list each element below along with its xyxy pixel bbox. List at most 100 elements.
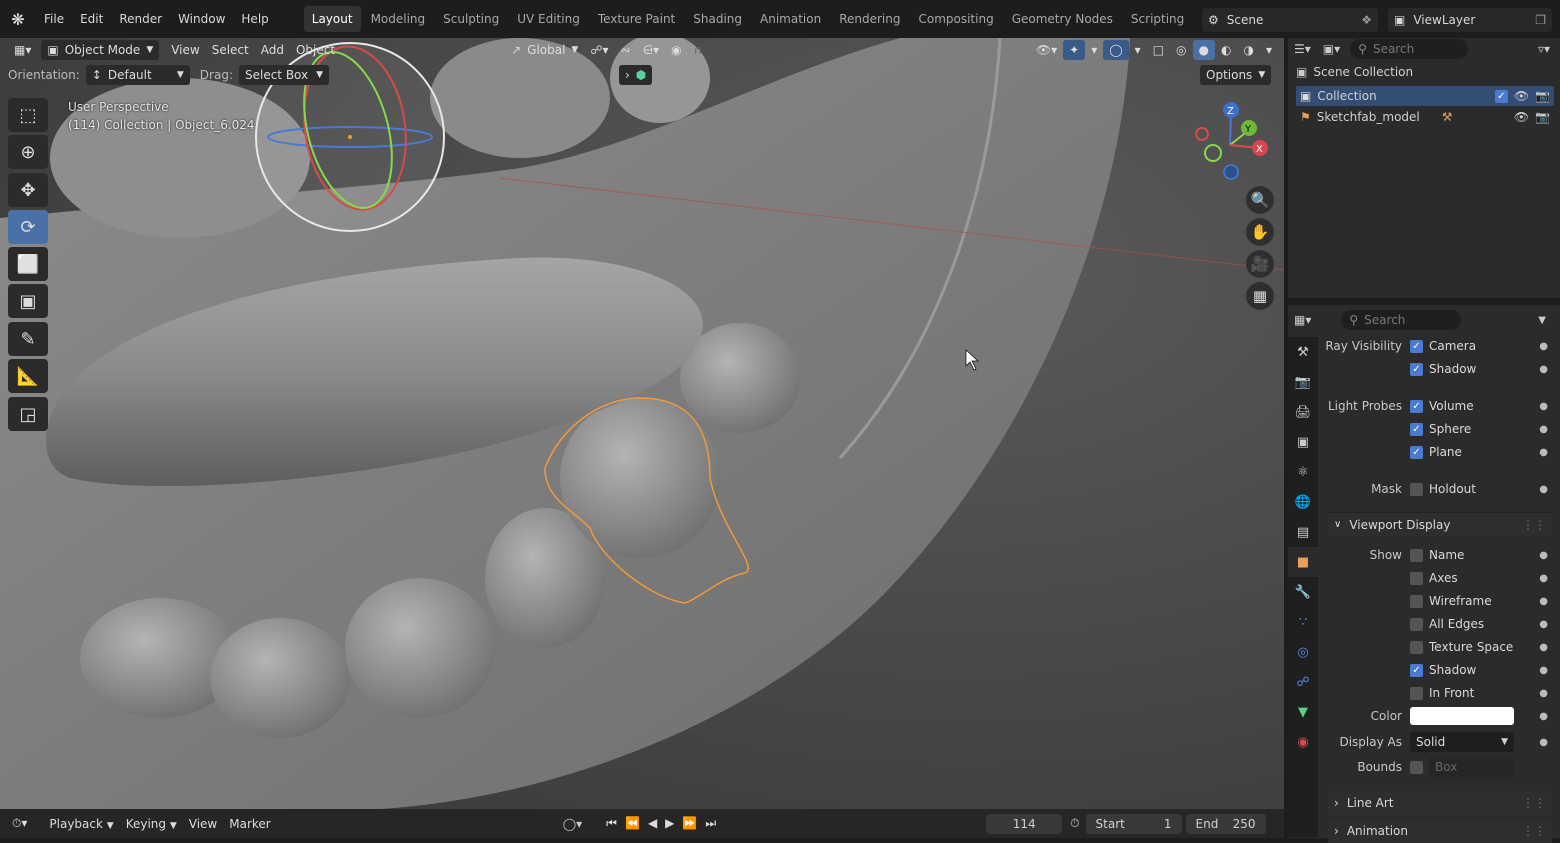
display-as-dropdown[interactable]: Solid ▼ xyxy=(1410,732,1514,752)
select-box-tool-icon[interactable]: ⬚ xyxy=(8,98,48,132)
keyframe-dot-icon[interactable]: ● xyxy=(1539,688,1548,699)
eye-icon[interactable]: 👁 xyxy=(1514,110,1529,124)
keyframe-dot-icon[interactable]: ● xyxy=(1539,447,1548,458)
play-reverse-icon[interactable]: ◀ xyxy=(648,816,657,831)
eye-icon[interactable]: 👁 xyxy=(1514,89,1529,103)
collection-tab-icon[interactable]: ▤ xyxy=(1288,517,1318,547)
keyframe-dot-icon[interactable]: ● xyxy=(1539,573,1548,584)
tab-shading[interactable]: Shading xyxy=(685,6,750,32)
record-icon[interactable]: ◯▾ xyxy=(563,817,582,831)
material-shading-icon[interactable]: ◐ xyxy=(1215,40,1237,60)
scene-collection-row[interactable]: ▣ Scene Collection xyxy=(1296,65,1413,79)
tab-layout[interactable]: Layout xyxy=(303,6,361,32)
material-tab-icon[interactable]: ◉ xyxy=(1288,727,1318,757)
chevron-down-icon[interactable]: ▼ xyxy=(1538,315,1546,326)
measure-tool-icon[interactable]: 📐 xyxy=(8,359,48,393)
start-frame-field[interactable]: Start 1 xyxy=(1085,813,1182,834)
constraints-tab-icon[interactable]: ☍ xyxy=(1288,667,1318,697)
keyframe-dot-icon[interactable]: ● xyxy=(1539,484,1548,495)
viewport-display-section[interactable]: ∨ Viewport Display ⋮⋮ xyxy=(1328,512,1552,536)
tool-tab-icon[interactable]: ⚒ xyxy=(1288,337,1318,367)
play-icon[interactable]: ▶ xyxy=(665,816,674,831)
end-frame-field[interactable]: End 250 xyxy=(1185,813,1266,834)
texture-space-checkbox[interactable] xyxy=(1410,640,1423,654)
data-tab-icon[interactable]: ▼ xyxy=(1288,697,1318,727)
menu-file[interactable]: File xyxy=(36,0,72,38)
visibility-icon[interactable]: 👁▾ xyxy=(1030,40,1063,60)
editor-type-icon[interactable]: ▦▾ xyxy=(8,40,37,60)
all-edges-checkbox[interactable] xyxy=(1410,617,1423,631)
keyframe-dot-icon[interactable]: ● xyxy=(1539,424,1548,435)
holdout-checkbox[interactable] xyxy=(1410,482,1423,496)
annotate-tool-icon[interactable]: ✎ xyxy=(8,322,48,356)
drag-dropdown[interactable]: Select Box ▼ xyxy=(238,65,329,85)
drag-handle-icon[interactable]: ⋮⋮ xyxy=(1522,518,1546,532)
menu-select[interactable]: Select xyxy=(206,40,255,60)
transform-orientation[interactable]: ↗ Global ▼ xyxy=(505,40,584,60)
tab-geometry-nodes[interactable]: Geometry Nodes xyxy=(1004,6,1121,32)
camera-view-icon[interactable]: 🎥 xyxy=(1246,250,1274,278)
scene-tab-icon[interactable]: ⚛ xyxy=(1288,457,1318,487)
snap-icon[interactable]: ∾ xyxy=(615,40,637,60)
drag-handle-icon[interactable]: ⋮⋮ xyxy=(1522,824,1546,838)
camera-icon[interactable]: 📷 xyxy=(1535,89,1550,103)
snap-target-icon[interactable]: ⋳▾ xyxy=(637,40,665,60)
modifier-tab-icon[interactable]: 🔧 xyxy=(1288,577,1318,607)
gizmo-toggle-icon[interactable]: ✦ xyxy=(1063,40,1086,60)
add-cube-tool-icon[interactable]: ◲ xyxy=(8,397,48,431)
axes-checkbox[interactable] xyxy=(1410,571,1423,585)
wireframe-shading-icon[interactable]: ◎ xyxy=(1170,40,1192,60)
display-shadow-checkbox[interactable]: ✓ xyxy=(1410,663,1423,677)
collection-checkbox[interactable]: ✓ xyxy=(1494,89,1508,103)
keyframe-dot-icon[interactable]: ● xyxy=(1539,401,1548,412)
animation-section[interactable]: › Animation ⋮⋮ xyxy=(1328,819,1552,843)
proportional-edit-icon[interactable]: ◉ xyxy=(665,40,687,60)
menu-add[interactable]: Add xyxy=(255,40,290,60)
timeline-editor-icon[interactable]: ⏱▾ xyxy=(12,816,27,831)
move-tool-icon[interactable]: ✥ xyxy=(8,173,48,207)
transform-tool-icon[interactable]: ▣ xyxy=(8,284,48,318)
in-front-checkbox[interactable] xyxy=(1410,686,1423,700)
name-checkbox[interactable] xyxy=(1410,548,1423,562)
plane-checkbox[interactable]: ✓ xyxy=(1410,445,1423,459)
cursor-tool-icon[interactable]: ⊕ xyxy=(8,135,48,169)
bounds-checkbox[interactable] xyxy=(1410,760,1423,774)
keyframe-dot-icon[interactable]: ● xyxy=(1539,665,1548,676)
current-frame-field[interactable]: 114 xyxy=(986,813,1063,834)
view-layer-selector[interactable]: ▣ ViewLayer ❐ xyxy=(1388,8,1552,32)
tab-scripting[interactable]: Scripting xyxy=(1123,6,1192,32)
object-tab-icon[interactable]: ■ xyxy=(1288,547,1318,577)
volume-checkbox[interactable]: ✓ xyxy=(1410,399,1423,413)
blender-logo-icon[interactable]: ❋ xyxy=(0,0,36,38)
sidebar-toggle[interactable]: › ⬢ xyxy=(618,65,653,85)
tab-animation[interactable]: Animation xyxy=(752,6,829,32)
outliner-editor-icon[interactable]: ☰▾ xyxy=(1294,42,1311,56)
properties-search[interactable]: ⚲ Search xyxy=(1341,310,1462,330)
world-tab-icon[interactable]: 🌐 xyxy=(1288,487,1318,517)
outliner-search[interactable]: ⚲ Search xyxy=(1350,39,1469,59)
keyframe-dot-icon[interactable]: ● xyxy=(1539,364,1548,375)
gizmo-dropdown-icon[interactable]: ▾ xyxy=(1085,40,1103,60)
bounds-dropdown[interactable]: Box xyxy=(1429,757,1513,777)
sphere-checkbox[interactable]: ✓ xyxy=(1410,422,1423,436)
zoom-icon[interactable]: 🔍 xyxy=(1246,186,1274,214)
xray-icon[interactable]: □ xyxy=(1147,40,1170,60)
keyframe-dot-icon[interactable]: ● xyxy=(1539,550,1548,561)
scene-selector[interactable]: ⚙ Scene ❖ xyxy=(1202,8,1378,32)
keyframe-dot-icon[interactable]: ● xyxy=(1539,596,1548,607)
mode-dropdown[interactable]: ▣ Object Mode ▼ xyxy=(41,40,160,60)
particles-tab-icon[interactable]: ∵ xyxy=(1288,607,1318,637)
wireframe-checkbox[interactable] xyxy=(1410,594,1423,608)
copy-icon[interactable]: ❐ xyxy=(1535,13,1546,27)
keyframe-dot-icon[interactable]: ● xyxy=(1539,619,1548,630)
filter-icon[interactable]: ▿▾ xyxy=(1538,42,1550,56)
keyframe-dot-icon[interactable]: ● xyxy=(1539,341,1548,352)
menu-edit[interactable]: Edit xyxy=(72,0,111,38)
keyframe-dot-icon[interactable]: ● xyxy=(1539,737,1548,748)
tab-modeling[interactable]: Modeling xyxy=(363,6,434,32)
orientation-dropdown[interactable]: ↕ Default ▼ xyxy=(85,65,190,85)
view-layer-tab-icon[interactable]: ▣ xyxy=(1288,427,1318,457)
outliner-item-collection[interactable]: ▣ Collection ✓ 👁 📷 xyxy=(1296,86,1554,106)
properties-editor-icon[interactable]: ▦▾ xyxy=(1294,313,1311,327)
options-dropdown[interactable]: Options ▼ xyxy=(1200,65,1272,85)
